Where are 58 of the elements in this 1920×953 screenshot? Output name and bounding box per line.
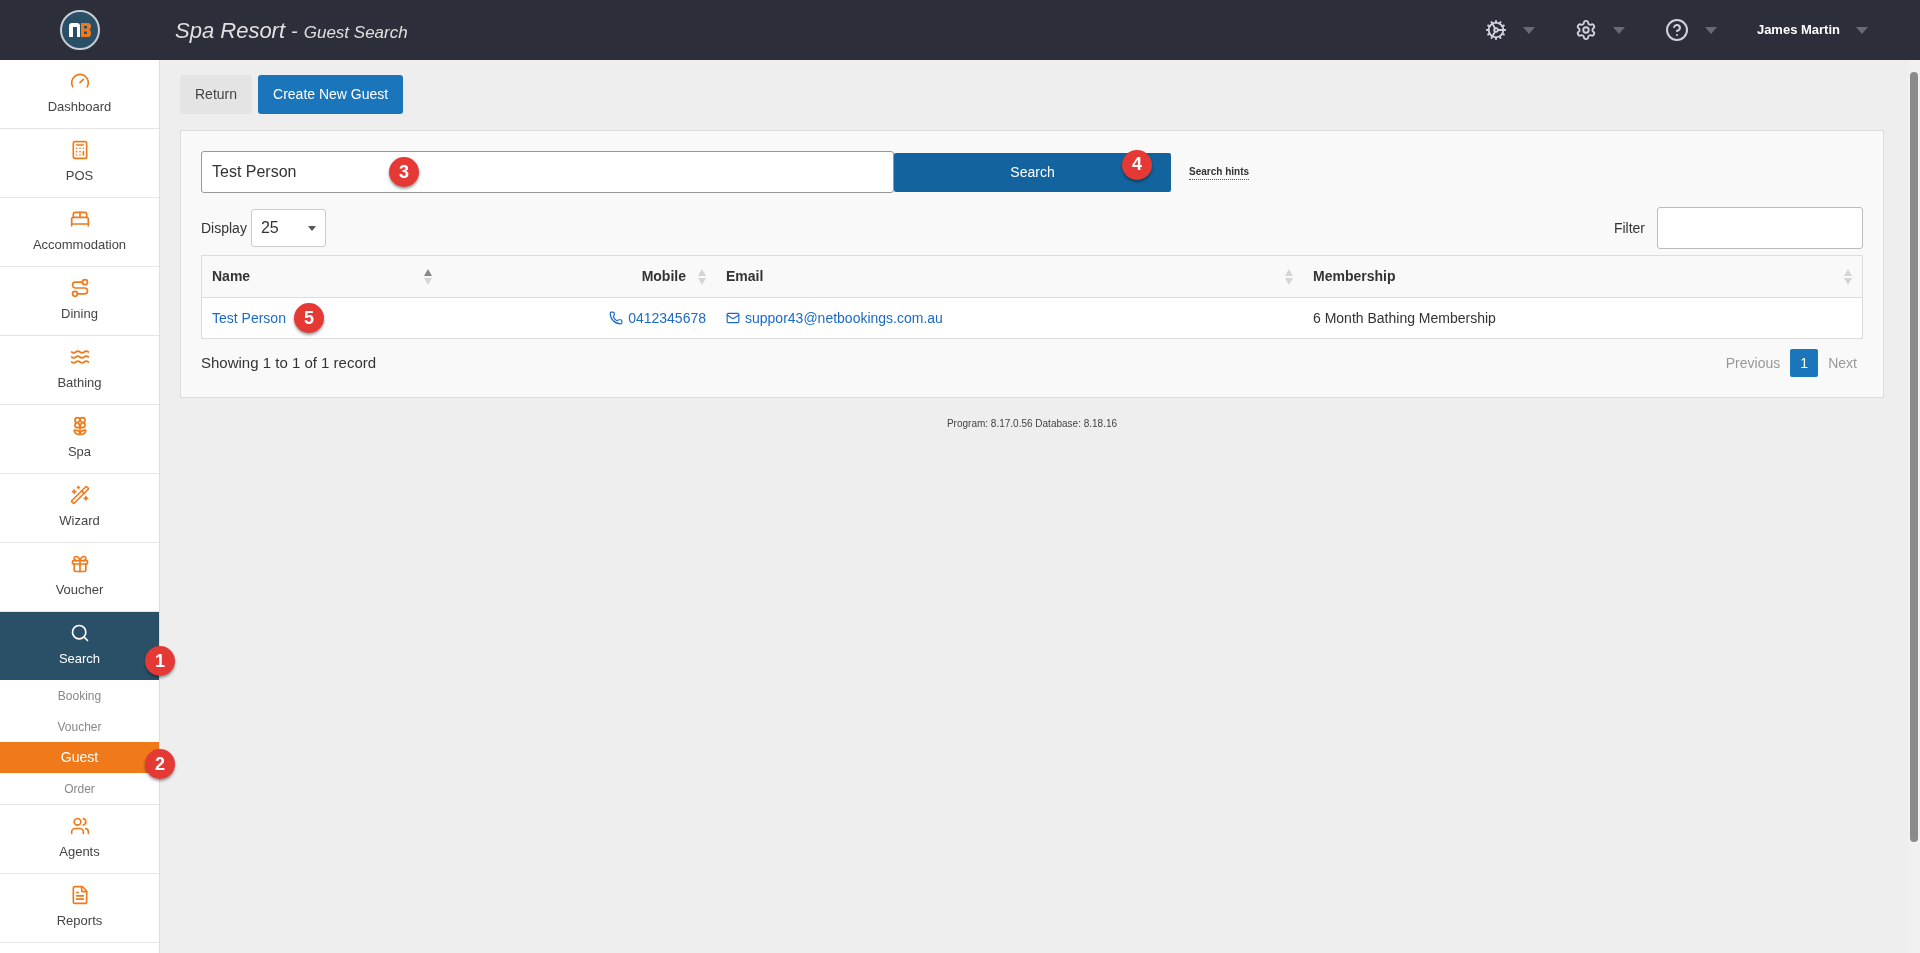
sidebar-item[interactable]: Wizard [0, 474, 159, 542]
sidebar-item[interactable]: Spa [0, 405, 159, 473]
callout-marker: 2 [145, 749, 175, 779]
sidebar-item[interactable]: Voucher [0, 543, 159, 611]
version-info: Program: 8.17.0.56 Database: 8.18.16 [946, 417, 1118, 431]
filter-field[interactable] [1657, 207, 1863, 249]
caret-icon [1704, 26, 1717, 34]
email-link[interactable]: suppor43@netbookings.com.au [726, 307, 943, 329]
gift-icon [69, 554, 90, 575]
caret-icon [1612, 26, 1625, 34]
search-icon [69, 623, 90, 644]
caret-icon [1856, 26, 1868, 34]
sort-icon[interactable] [424, 268, 432, 285]
sidebar-item[interactable]: Accommodation [0, 198, 159, 266]
create-guest-button[interactable]: Create New Guest [258, 75, 404, 114]
logo-icon [60, 10, 100, 50]
caret-icon [1522, 26, 1535, 34]
gear-icon [1574, 19, 1597, 41]
callout-marker: 1 [145, 646, 175, 676]
sidebar-subitem[interactable]: Booking [0, 680, 159, 711]
sidebar-item[interactable]: Dining [0, 267, 159, 335]
column-header[interactable]: Mobile [641, 266, 686, 287]
sidebar-item[interactable]: Agents [0, 805, 159, 873]
phone-icon [609, 311, 624, 325]
column-header[interactable]: Email [726, 266, 764, 287]
route-icon [69, 278, 90, 299]
filter-label: Filter [1613, 218, 1645, 238]
user-menu[interactable]: James Martin [1756, 20, 1868, 40]
sidebar-item[interactable]: Reports [0, 874, 159, 942]
column-header[interactable]: Membership [1313, 266, 1396, 287]
table-info: Showing 1 to 1 of 1 record [201, 352, 377, 373]
search-hints-link[interactable]: Search hints [1189, 164, 1250, 180]
guest-name-link[interactable]: Test Person [212, 307, 286, 329]
column-header[interactable]: Name [212, 266, 251, 287]
mobile-link[interactable]: 0412345678 [609, 307, 706, 329]
page-button[interactable]: 1 [1790, 349, 1819, 377]
table-cell-text: 6 Month Bathing Membership [1313, 308, 1496, 328]
page-title: Spa Resort [175, 16, 286, 45]
mail-icon [726, 311, 740, 325]
help-icon [1664, 18, 1689, 42]
page-subtitle: Guest Search [303, 21, 408, 44]
callout-marker: 5 [294, 303, 324, 333]
callout-marker: 4 [1122, 149, 1152, 180]
sidebar-subitem[interactable]: Voucher [0, 711, 159, 742]
magic-wand-icon [69, 485, 90, 506]
display-select[interactable]: 25 [250, 209, 326, 247]
sidebar-item[interactable]: Bathing [0, 336, 159, 404]
settings-icon [1484, 19, 1507, 41]
users-icon [69, 816, 90, 837]
sidebar-item[interactable]: POS [0, 129, 159, 197]
settings-menu[interactable] [1484, 19, 1535, 41]
display-label: Display [201, 218, 247, 238]
title-separator: - [291, 18, 298, 44]
return-button[interactable]: Return [180, 75, 253, 114]
help-menu[interactable] [1664, 18, 1717, 42]
caret-icon [307, 225, 316, 231]
tools-menu[interactable] [1574, 19, 1625, 41]
sidebar-item[interactable]: Dashboard [0, 60, 159, 128]
